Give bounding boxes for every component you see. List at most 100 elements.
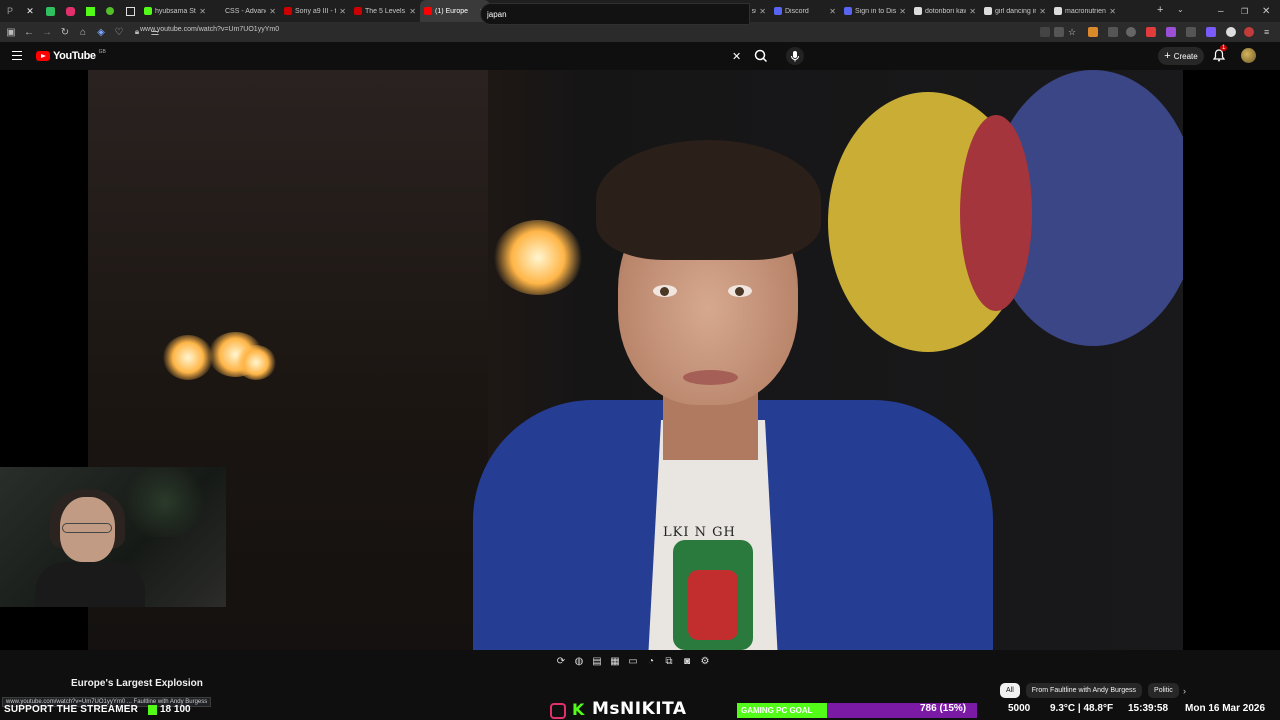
chip-politics[interactable]: Politic [1148,683,1179,698]
chevron-right-icon[interactable]: › [1183,686,1186,696]
tab-favicon-icon [354,7,362,15]
presenter-right-eye [728,285,752,297]
tab-close-icon[interactable]: ✕ [409,7,416,16]
related-chips: All From Faultline with Andy Burgess Pol… [1000,683,1179,698]
pinned-tab-instagram[interactable] [60,0,80,22]
extension-purple-icon[interactable] [1166,27,1176,37]
tab-favicon-icon [844,7,852,15]
browser-tab[interactable]: Sony a9 III - th ✕ [280,0,350,22]
extension-puzzle-2-icon[interactable] [1186,27,1196,37]
tab-close-icon[interactable]: ✕ [339,7,346,16]
tab-close-icon[interactable]: ✕ [1039,7,1046,16]
plus-icon: + [1164,50,1171,62]
browser-tab[interactable]: macronutrients✕ [1050,0,1120,22]
youtube-header: YouTube GB [0,42,1280,70]
tab-title: dotonbori kawa [925,7,967,15]
browser-tab[interactable]: Sign in to Disc ✕ [840,0,910,22]
shirt-text: LKI N GH [663,525,736,540]
weather-readout: 9.3°C | 48.8°F [1050,703,1114,714]
pinned-tab-pinterest[interactable]: P [0,0,20,22]
extension-orange-icon[interactable] [1088,27,1098,37]
shield-icon[interactable]: ◈ [92,27,110,38]
tab-close-icon[interactable]: ✕ [759,7,766,16]
captions-icon[interactable]: ▤ [590,655,604,668]
search-input[interactable] [480,3,750,25]
tab-title: (1) Europe [435,7,469,15]
settings-gear-icon[interactable]: ⚙ [698,655,712,668]
shirt-print-red [688,570,738,640]
candle-glow [163,335,213,380]
lamp-glow [493,220,583,295]
tab-close-icon[interactable]: ✕ [969,7,976,16]
pinned-tab-green[interactable] [100,0,120,22]
goal-progress-value: 786 (15%) [920,703,967,714]
loop-icon[interactable]: ⟳ [554,655,568,668]
search-icon[interactable] [748,45,774,67]
screenshot-camera-icon[interactable]: ◙ [680,655,694,668]
pinned-tab-x[interactable]: ✕ [20,0,40,22]
microphone-icon[interactable] [786,47,804,65]
date: Mon 16 Mar 2026 [1185,703,1266,714]
forward-arrow-icon[interactable]: → [38,27,56,38]
app-icon [45,6,55,16]
browser-tab[interactable]: CSS - Advanc ✕ [210,0,280,22]
tab-favicon-icon [284,7,292,15]
back-arrow-icon[interactable]: ← [20,27,38,38]
miniplayer-icon[interactable]: ⧉ [662,655,676,668]
pinned-tab-app[interactable] [40,0,60,22]
maximize-button[interactable]: ❐ [1241,0,1248,22]
close-window-button[interactable]: ✕ [1262,0,1270,22]
tab-title: Sony a9 III - th [295,7,337,15]
reload-icon[interactable]: ↻ [56,27,74,38]
tab-title: CSS - Advanc [225,7,267,15]
tab-title: Discord [785,7,809,15]
browser-tab[interactable]: girl dancing in ✕ [980,0,1050,22]
hamburger-menu-icon[interactable] [12,51,22,60]
browser-menu-icon[interactable]: ≡ [1264,27,1274,37]
browser-tab[interactable]: hyubsama Stre✕ [140,0,210,22]
tab-favicon-icon [984,7,992,15]
tab-close-icon[interactable]: ✕ [899,7,906,16]
tab-close-icon[interactable]: ✕ [1109,7,1116,16]
address-bar: ▣ ← → ↻ ⌂ ◈ ♡ 🔒︎ ⚌ www.youtube.com/watch… [0,22,1280,42]
bookmark-star-icon[interactable]: ☆ [1068,27,1078,37]
tab-close-icon[interactable]: ✕ [269,7,276,16]
tab-close-icon[interactable]: ✕ [829,7,836,16]
kick-logo-icon: K [572,700,585,719]
chip-all[interactable]: All [1000,683,1020,698]
browser-tab[interactable]: Discord ✕ [770,0,840,22]
audio-icon[interactable]: ◍ [572,655,586,668]
heart-icon[interactable]: ♡ [110,27,128,38]
extension-puzzle-icon[interactable] [1108,27,1118,37]
profile-red-icon[interactable] [1244,27,1254,37]
home-icon[interactable]: ⌂ [74,27,92,38]
minimize-button[interactable]: – [1218,0,1224,22]
create-button[interactable]: + Create [1158,47,1204,65]
clear-search-icon[interactable]: ✕ [732,50,741,63]
account-avatar[interactable] [1241,48,1256,63]
video-title[interactable]: Europe's Largest Explosion [71,678,203,689]
extension-violet-icon[interactable] [1206,27,1216,37]
browser-tab[interactable]: The 5 Levels of✕ [350,0,420,22]
reader-icon[interactable] [1054,27,1064,37]
tab-favicon-icon [1054,7,1062,15]
url-field[interactable]: www.youtube.com/watch?v=Um7UO1yyYm0 [140,26,279,33]
extension-shield-icon[interactable] [1126,27,1136,37]
theater-mode-icon[interactable]: ▭ [626,655,640,668]
screenshot-icon[interactable] [1040,27,1050,37]
speed-icon[interactable]: ◔ [644,655,658,668]
profile-icon[interactable] [1226,27,1236,37]
extension-red-icon[interactable] [1146,27,1156,37]
video-frame: LKI N GH [88,70,1183,650]
pinned-tab-notion[interactable] [120,0,140,22]
chip-from-channel[interactable]: From Faultline with Andy Burgess [1025,683,1143,698]
browser-tab[interactable]: dotonbori kawa✕ [910,0,980,22]
sidebar-toggle-icon[interactable]: ▣ [2,27,20,38]
goal-target: 5000 [1008,703,1031,714]
new-tab-icon[interactable]: + [1157,4,1163,16]
tab-close-icon[interactable]: ✕ [199,7,206,16]
clapperboard-icon[interactable]: ▦ [608,655,622,668]
youtube-logo[interactable]: YouTube GB [36,49,106,62]
tab-list-chevron-icon[interactable]: ⌄ [1177,5,1184,14]
pinned-tab-kick[interactable] [80,0,100,22]
